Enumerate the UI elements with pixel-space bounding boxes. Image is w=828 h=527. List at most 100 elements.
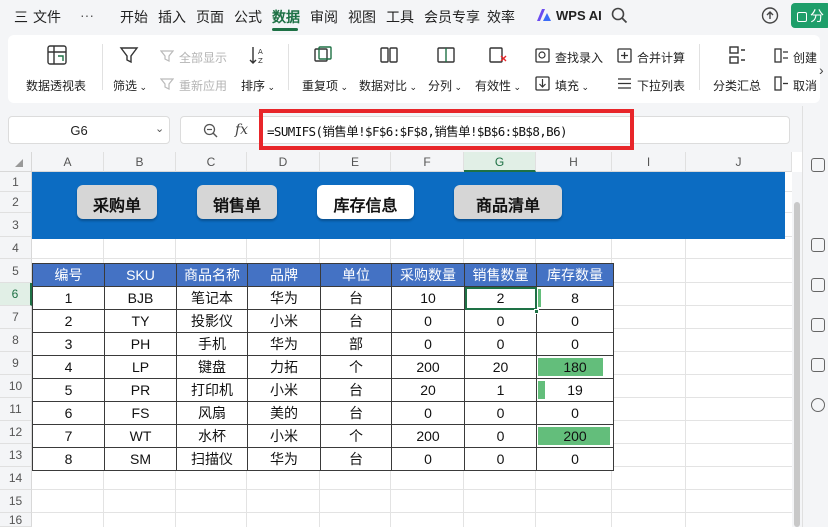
subtotal-button[interactable]: 分类汇总	[713, 77, 761, 94]
table-cell[interactable]: TY	[104, 309, 177, 333]
menu-review[interactable]: 审阅	[310, 7, 338, 27]
row-header[interactable]: 13	[0, 444, 32, 467]
column-header[interactable]: A	[32, 152, 104, 172]
table-cell[interactable]: 5	[32, 378, 105, 402]
table-cell[interactable]: 小米	[247, 309, 321, 333]
table-cell[interactable]: 6	[32, 401, 105, 425]
table-cell[interactable]: 小米	[247, 424, 321, 448]
table-cell[interactable]: 力拓	[247, 355, 321, 379]
table-cell[interactable]: WT	[104, 424, 177, 448]
table-cell[interactable]: 7	[32, 424, 105, 448]
column-header[interactable]: J	[686, 152, 792, 172]
row-header[interactable]: 11	[0, 398, 32, 421]
menu-efficiency[interactable]: 效率	[487, 7, 515, 27]
table-cell[interactable]: PR	[104, 378, 177, 402]
table-cell[interactable]: 200	[536, 424, 614, 448]
row-header[interactable]: 5	[0, 259, 32, 283]
ungroup-button[interactable]: 取消	[793, 77, 817, 94]
row-header[interactable]: 7	[0, 306, 32, 329]
table-cell[interactable]: 台	[320, 309, 392, 333]
table-cell[interactable]: 台	[320, 378, 392, 402]
table-cell[interactable]: 8	[536, 286, 614, 310]
table-cell[interactable]: 0	[536, 332, 614, 356]
table-cell[interactable]: 台	[320, 286, 392, 310]
column-header[interactable]: E	[320, 152, 391, 172]
menu-data[interactable]: 数据	[272, 7, 300, 27]
hamburger-menu-icon[interactable]: 三	[14, 7, 28, 27]
table-cell[interactable]: 10	[391, 286, 465, 310]
show-all-button[interactable]: 全部显示	[179, 49, 227, 66]
chevron-down-icon[interactable]: ⌄	[155, 122, 164, 135]
column-header[interactable]: F	[391, 152, 464, 172]
table-cell[interactable]: 笔记本	[176, 286, 248, 310]
nav-sales-button[interactable]: 销售单	[197, 185, 277, 219]
table-cell[interactable]: 键盘	[176, 355, 248, 379]
table-cell[interactable]: 华为	[247, 332, 321, 356]
more-icon[interactable]: ···	[80, 7, 94, 23]
table-cell[interactable]: 个	[320, 355, 392, 379]
menu-tools[interactable]: 工具	[386, 7, 414, 27]
name-box[interactable]: G6 ⌄	[8, 116, 170, 144]
split-column-button[interactable]: 分列 ⌄	[428, 77, 462, 94]
menu-view[interactable]: 视图	[348, 7, 376, 27]
row-header[interactable]: 6	[0, 283, 32, 306]
cloud-sync-icon[interactable]	[761, 7, 779, 27]
row-header[interactable]: 14	[0, 467, 32, 490]
nav-products-button[interactable]: 商品清单	[454, 185, 562, 219]
table-cell[interactable]: 180	[536, 355, 614, 379]
table-cell[interactable]: 19	[536, 378, 614, 402]
table-cell[interactable]: LP	[104, 355, 177, 379]
table-cell[interactable]: 0	[536, 401, 614, 425]
table-cell[interactable]: 0	[391, 309, 465, 333]
menu-home[interactable]: 开始	[120, 7, 148, 27]
table-cell[interactable]: 打印机	[176, 378, 248, 402]
table-cell[interactable]: 华为	[247, 286, 321, 310]
row-header[interactable]: 3	[0, 213, 32, 237]
share-button[interactable]: 分	[791, 3, 828, 28]
side-tool-icon[interactable]	[811, 158, 825, 172]
table-cell[interactable]: 0	[391, 332, 465, 356]
table-cell[interactable]: 小米	[247, 378, 321, 402]
table-cell[interactable]: BJB	[104, 286, 177, 310]
table-cell[interactable]: 3	[32, 332, 105, 356]
column-header[interactable]: I	[612, 152, 686, 172]
row-header[interactable]: 10	[0, 375, 32, 398]
row-header[interactable]: 8	[0, 329, 32, 352]
pivot-table-button[interactable]: 数据透视表	[26, 77, 86, 94]
table-cell[interactable]: 水杯	[176, 424, 248, 448]
table-cell[interactable]: 0	[464, 447, 537, 471]
menu-insert[interactable]: 插入	[158, 7, 186, 27]
menu-page[interactable]: 页面	[196, 7, 224, 27]
table-cell[interactable]: 1	[464, 378, 537, 402]
fill-button[interactable]: 填充 ⌄	[555, 77, 589, 94]
fill-handle[interactable]	[534, 309, 539, 314]
lookup-entry-button[interactable]: 查找录入	[555, 49, 603, 66]
row-header[interactable]: 16	[0, 513, 32, 527]
table-cell[interactable]: 0	[391, 401, 465, 425]
row-header[interactable]: 9	[0, 352, 32, 375]
table-cell[interactable]: 4	[32, 355, 105, 379]
column-header[interactable]: G	[464, 152, 536, 172]
table-cell[interactable]: 个	[320, 424, 392, 448]
table-cell[interactable]: 0	[464, 309, 537, 333]
fx-icon[interactable]: fx	[235, 122, 248, 138]
table-cell[interactable]: 20	[391, 378, 465, 402]
side-tool-icon[interactable]	[811, 398, 825, 412]
column-header[interactable]: D	[247, 152, 320, 172]
table-cell[interactable]: SM	[104, 447, 177, 471]
table-cell[interactable]: 20	[464, 355, 537, 379]
menu-file[interactable]: 文件	[33, 7, 61, 27]
column-header[interactable]: B	[104, 152, 176, 172]
table-cell[interactable]: 0	[536, 447, 614, 471]
side-tool-icon[interactable]	[811, 238, 825, 252]
table-cell[interactable]: FS	[104, 401, 177, 425]
dropdown-list-button[interactable]: 下拉列表	[637, 77, 685, 94]
scrollbar-thumb[interactable]	[794, 202, 800, 527]
table-cell[interactable]: 投影仪	[176, 309, 248, 333]
side-tool-icon[interactable]	[811, 318, 825, 332]
filter-button[interactable]: 筛选 ⌄	[113, 77, 147, 94]
row-header[interactable]: 2	[0, 192, 32, 213]
search-icon[interactable]	[611, 7, 628, 27]
table-cell[interactable]: 部	[320, 332, 392, 356]
row-header[interactable]: 4	[0, 237, 32, 259]
